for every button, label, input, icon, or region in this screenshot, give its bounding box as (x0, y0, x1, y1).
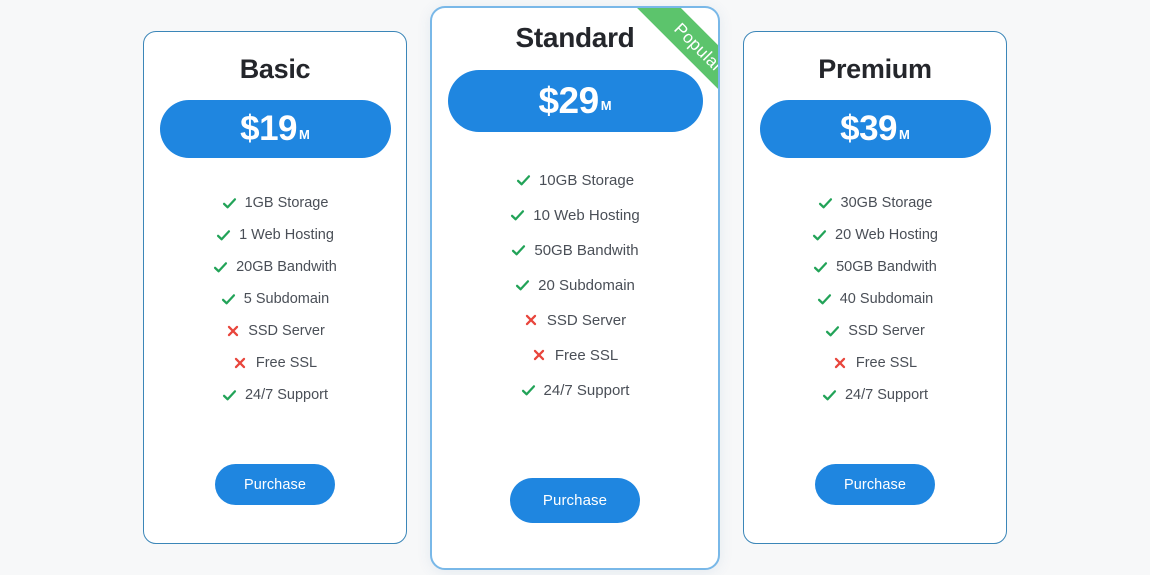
feature-label: 30GB Storage (840, 195, 933, 211)
price-amount: $29 (538, 79, 599, 121)
check-icon (510, 208, 525, 223)
pricing-card-standard: Popular Standard $29 M 10GB Storage 10 Web Ho… (430, 5, 720, 570)
price-badge: $39 M (759, 100, 991, 158)
check-icon (221, 292, 236, 307)
feature-label: 10GB Storage (538, 171, 635, 189)
purchase-button[interactable]: Purchase (510, 477, 640, 523)
price-amount: $19 (240, 109, 298, 148)
check-icon (822, 388, 837, 403)
feature-label: 1GB Storage (244, 195, 329, 211)
feature-label: 1 Web Hosting (239, 227, 334, 243)
feature-label: 50GB Bandwith (534, 241, 639, 259)
feature-item: 50GB Bandwith (511, 233, 639, 268)
purchase-button[interactable]: Purchase (815, 464, 935, 505)
feature-label: 20GB Bandwith (236, 259, 337, 275)
check-icon (825, 324, 840, 339)
feature-item: 24/7 Support (222, 379, 328, 411)
check-icon (818, 196, 833, 211)
feature-item: Free SSL (532, 338, 618, 373)
purchase-button[interactable]: Purchase (215, 464, 335, 505)
feature-label: SSD Server (848, 323, 925, 339)
price-period: M (899, 126, 910, 142)
cross-icon (233, 356, 248, 371)
feature-item: 24/7 Support (822, 379, 928, 411)
feature-label: 5 Subdomain (243, 291, 330, 307)
feature-label: Free SSL (255, 355, 318, 371)
feature-item: 10GB Storage (516, 163, 634, 198)
feature-item: 30GB Storage (818, 187, 933, 219)
feature-item: 24/7 Support (521, 373, 630, 408)
feature-label: 40 Subdomain (839, 291, 934, 307)
feature-label: SSD Server (546, 311, 627, 329)
feature-label: 24/7 Support (244, 387, 329, 403)
plan-title: Standard (515, 21, 635, 53)
check-icon (521, 383, 536, 398)
feature-label: 24/7 Support (543, 381, 630, 399)
feature-item: 5 Subdomain (221, 283, 329, 315)
feature-item: Free SSL (833, 347, 917, 379)
feature-item: 1GB Storage (222, 187, 329, 219)
feature-item: 40 Subdomain (817, 283, 934, 315)
price-period: M (299, 126, 310, 142)
cross-icon (833, 356, 848, 371)
feature-item: 20 Subdomain (515, 268, 635, 303)
feature-item: 1 Web Hosting (216, 219, 334, 251)
check-icon (511, 243, 526, 258)
check-icon (817, 292, 832, 307)
feature-item: SSD Server (524, 303, 626, 338)
check-icon (516, 173, 531, 188)
check-icon (813, 260, 828, 275)
feature-item: 20GB Bandwith (213, 251, 337, 283)
feature-item: 10 Web Hosting (510, 198, 640, 233)
check-icon (222, 196, 237, 211)
cross-icon (225, 324, 240, 339)
check-icon (222, 388, 237, 403)
check-icon (213, 260, 228, 275)
feature-item: 50GB Bandwith (813, 251, 937, 283)
feature-item: 20 Web Hosting (812, 219, 938, 251)
feature-label: 10 Web Hosting (533, 206, 640, 224)
feature-label: 20 Subdomain (538, 276, 635, 294)
pricing-table: Basic $19 M 1GB Storage 1 Web Hosting 20GB Ba… (0, 0, 1150, 575)
feature-label: Free SSL (554, 346, 619, 364)
feature-list: 30GB Storage 20 Web Hosting 50GB Bandwith 4… (744, 187, 1006, 411)
check-icon (515, 278, 530, 293)
feature-list: 10GB Storage 10 Web Hosting 50GB Bandwith 2… (432, 163, 718, 408)
check-icon (812, 228, 827, 243)
feature-item: SSD Server (225, 315, 325, 347)
feature-item: Free SSL (233, 347, 317, 379)
price-badge: $29 M (447, 69, 703, 132)
plan-title: Basic (239, 54, 311, 84)
pricing-card-basic: Basic $19 M 1GB Storage 1 Web Hosting 20GB Ba… (143, 31, 407, 544)
feature-list: 1GB Storage 1 Web Hosting 20GB Bandwith 5 S… (144, 187, 406, 411)
price-amount: $39 (840, 109, 898, 148)
price-period: M (600, 98, 612, 113)
plan-title: Premium (818, 54, 932, 84)
pricing-card-premium: Premium $39 M 30GB Storage 20 Web Hosting 50G… (743, 31, 1007, 544)
check-icon (216, 228, 231, 243)
feature-label: Free SSL (855, 355, 918, 371)
cross-icon (532, 348, 547, 363)
feature-item: SSD Server (825, 315, 925, 347)
feature-label: SSD Server (248, 323, 325, 339)
feature-label: 24/7 Support (844, 387, 929, 403)
feature-label: 50GB Bandwith (836, 259, 937, 275)
price-badge: $19 M (159, 100, 391, 158)
cross-icon (524, 313, 539, 328)
feature-label: 20 Web Hosting (835, 227, 938, 243)
